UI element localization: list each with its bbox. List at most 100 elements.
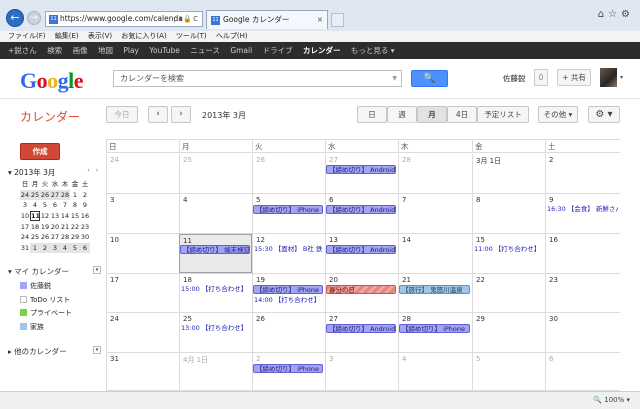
gbar-drive[interactable]: ドライブ [263, 46, 293, 55]
day-cell[interactable]: 17 [106, 274, 179, 312]
search-input[interactable]: カレンダーを検索 ▼ [113, 70, 402, 87]
calendar-event[interactable]: 16:30 【会食】 新鮮さん [546, 205, 618, 214]
mini-day[interactable]: 15 [70, 211, 80, 221]
day-number[interactable]: 6 [549, 355, 553, 363]
tab-close-icon[interactable]: × [317, 11, 323, 28]
mini-day[interactable]: 6 [80, 243, 90, 254]
next-button[interactable]: › [171, 106, 191, 123]
mini-day[interactable]: 10 [20, 211, 30, 221]
gbar-youtube[interactable]: YouTube [149, 46, 180, 55]
calendar-event[interactable]: 【締め切り】 Android [326, 245, 396, 254]
mini-day[interactable]: 26 [40, 189, 50, 200]
day-number[interactable]: 23 [549, 276, 558, 284]
day-number[interactable]: 6 [329, 196, 333, 204]
mini-day[interactable]: 12 [40, 211, 50, 221]
mini-day[interactable]: 21 [60, 222, 70, 232]
day-number[interactable]: 24 [110, 156, 119, 164]
day-cell[interactable]: 30 [545, 313, 620, 352]
avatar[interactable] [600, 68, 617, 87]
address-bar[interactable]: 11 https://www.google.com/calenda ρ▾🔒C [45, 11, 203, 27]
day-number[interactable]: 24 [110, 315, 119, 323]
calendar-event[interactable]: 【締め切り】 Android [326, 324, 396, 333]
day-number[interactable]: 27 [329, 156, 338, 164]
forward-button[interactable]: → [27, 11, 41, 25]
mini-day[interactable]: 1 [30, 243, 40, 254]
day-number[interactable]: 3 [110, 196, 114, 204]
day-cell[interactable]: 24 [106, 313, 179, 352]
day-cell[interactable]: 23 [545, 274, 620, 312]
mini-day[interactable]: 17 [20, 222, 30, 232]
mini-day[interactable]: 27 [50, 189, 60, 200]
day-cell[interactable]: 6 [545, 353, 620, 390]
calendar-event[interactable]: 11:00 【打ち合わせ】 [473, 245, 543, 254]
mini-day[interactable]: 20 [50, 222, 60, 232]
day-number[interactable]: 3月 1日 [476, 156, 501, 166]
day-number[interactable]: 8 [476, 196, 480, 204]
day-number[interactable]: 7 [402, 196, 406, 204]
calendar-item[interactable]: 佐藤鋭 [20, 282, 51, 291]
calendar-event[interactable]: 【締め切り】 iPhone [399, 324, 470, 333]
day-number[interactable]: 18 [183, 276, 192, 284]
day-number[interactable]: 15 [476, 236, 485, 244]
menu-tools[interactable]: ツール(T) [176, 32, 207, 40]
calendar-event[interactable]: 【旅行】 鬼怒川温泉 [399, 285, 470, 294]
today-button[interactable]: 今日 [106, 106, 138, 123]
calendar-event[interactable]: 【締め切り】 端末検証 [180, 245, 250, 254]
mini-day[interactable]: 4 [60, 243, 70, 254]
day-number[interactable]: 22 [476, 276, 485, 284]
day-cell[interactable]: 5 [472, 353, 545, 390]
settings-gear-icon[interactable]: ⚙ ▾ [588, 106, 620, 123]
day-number[interactable]: 28 [402, 315, 411, 323]
mini-day[interactable]: 30 [80, 232, 90, 242]
day-number[interactable]: 26 [256, 315, 265, 323]
day-number[interactable]: 4 [402, 355, 406, 363]
mini-day[interactable]: 28 [60, 232, 70, 242]
gbar-maps[interactable]: 地図 [98, 46, 113, 55]
day-number[interactable]: 19 [256, 276, 265, 284]
mini-day[interactable]: 31 [20, 243, 30, 253]
calendar-event[interactable]: 【締め切り】 iPhone [253, 285, 323, 294]
mini-day[interactable]: 2 [80, 190, 90, 200]
day-number[interactable]: 20 [329, 276, 338, 284]
browser-tab[interactable]: 11 Google カレンダー × [206, 10, 328, 29]
create-button[interactable]: 作成 [20, 143, 60, 160]
agenda-view-button[interactable]: 予定リスト [477, 106, 529, 123]
day-cell[interactable]: 26 [252, 154, 325, 193]
day-number[interactable]: 13 [329, 236, 338, 244]
mini-day[interactable]: 5 [40, 200, 50, 210]
notification-count[interactable]: 0 [534, 69, 548, 86]
day-number[interactable]: 5 [476, 355, 480, 363]
prev-button[interactable]: ‹ [148, 106, 168, 123]
mini-day[interactable]: 2 [40, 243, 50, 254]
day-number[interactable]: 10 [110, 236, 119, 244]
day-cell[interactable]: 26 [252, 313, 325, 352]
day-number[interactable]: 9 [549, 196, 553, 204]
mini-day[interactable]: 6 [50, 200, 60, 210]
day-number[interactable]: 3 [329, 355, 333, 363]
my-calendars-dropdown-icon[interactable]: ▾ [93, 266, 101, 274]
day-view-button[interactable]: 日 [357, 106, 387, 123]
mini-day[interactable]: 25 [30, 232, 40, 242]
menu-file[interactable]: ファイル(F) [8, 32, 46, 40]
day-cell[interactable]: 4 [398, 353, 472, 390]
calendar-item[interactable]: プライベート [20, 309, 72, 318]
day-number[interactable]: 21 [402, 276, 411, 284]
day-cell[interactable]: 14 [398, 234, 472, 273]
more-button[interactable]: その他 ▾ [538, 106, 578, 123]
mini-day[interactable]: 26 [40, 232, 50, 242]
day-cell[interactable]: 4月 1日 [179, 353, 252, 390]
mini-calendar-title[interactable]: ▾ 2013年 3月 [8, 168, 55, 177]
mini-day[interactable]: 29 [70, 232, 80, 242]
day-cell[interactable]: 3月 1日 [472, 154, 545, 193]
gbar-calendar[interactable]: カレンダー [303, 46, 341, 55]
mini-day[interactable]: 28 [60, 189, 70, 200]
mini-day[interactable]: 3 [20, 200, 30, 210]
mini-day[interactable]: 13 [50, 211, 60, 221]
user-name[interactable]: 佐藤鋭 [503, 73, 526, 84]
menu-view[interactable]: 表示(V) [88, 32, 112, 40]
google-logo[interactable]: Google [20, 68, 84, 94]
day-cell[interactable]: 28 [398, 154, 472, 193]
browser-toolbar-icons[interactable]: ⌂☆⚙ [598, 9, 634, 20]
zoom-level[interactable]: 🔍 100% ▾ [593, 396, 630, 404]
mini-calendar-nav-icon[interactable]: ‹ › [87, 167, 100, 174]
